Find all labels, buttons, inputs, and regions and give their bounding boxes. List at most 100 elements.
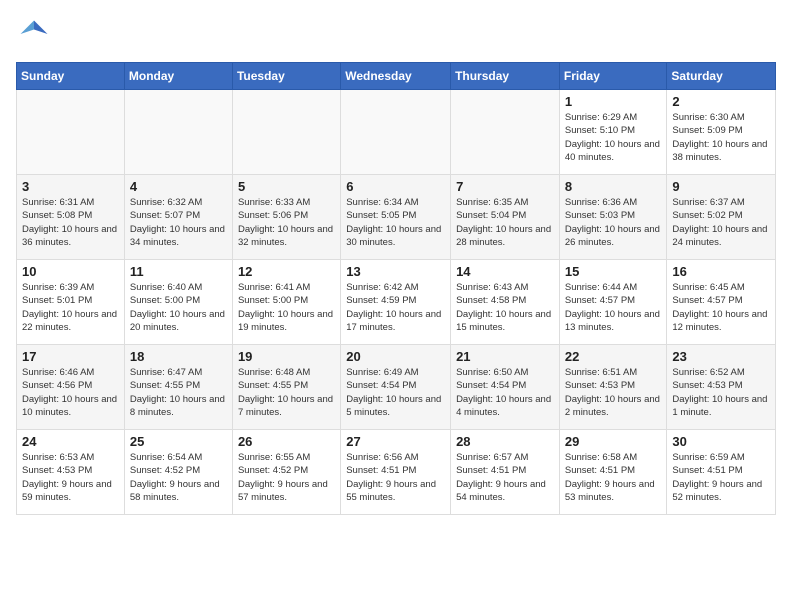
calendar-cell xyxy=(124,90,232,175)
day-number: 22 xyxy=(565,349,662,364)
day-number: 19 xyxy=(238,349,335,364)
day-number: 28 xyxy=(456,434,554,449)
day-info: Sunrise: 6:34 AM Sunset: 5:05 PM Dayligh… xyxy=(346,196,445,249)
day-number: 26 xyxy=(238,434,335,449)
calendar-cell: 30Sunrise: 6:59 AM Sunset: 4:51 PM Dayli… xyxy=(667,430,776,515)
day-info: Sunrise: 6:47 AM Sunset: 4:55 PM Dayligh… xyxy=(130,366,227,419)
calendar-cell: 15Sunrise: 6:44 AM Sunset: 4:57 PM Dayli… xyxy=(559,260,667,345)
calendar-cell xyxy=(451,90,560,175)
calendar-cell: 12Sunrise: 6:41 AM Sunset: 5:00 PM Dayli… xyxy=(232,260,340,345)
day-info: Sunrise: 6:57 AM Sunset: 4:51 PM Dayligh… xyxy=(456,451,554,504)
day-info: Sunrise: 6:54 AM Sunset: 4:52 PM Dayligh… xyxy=(130,451,227,504)
day-number: 7 xyxy=(456,179,554,194)
calendar: SundayMondayTuesdayWednesdayThursdayFrid… xyxy=(16,62,776,515)
calendar-header-row: SundayMondayTuesdayWednesdayThursdayFrid… xyxy=(17,63,776,90)
day-info: Sunrise: 6:33 AM Sunset: 5:06 PM Dayligh… xyxy=(238,196,335,249)
day-number: 13 xyxy=(346,264,445,279)
logo-icon xyxy=(16,16,52,52)
weekday-header: Friday xyxy=(559,63,667,90)
day-info: Sunrise: 6:32 AM Sunset: 5:07 PM Dayligh… xyxy=(130,196,227,249)
calendar-cell: 10 Sunrise: 6:39 AM Sunset: 5:01 PM Dayli… xyxy=(17,260,125,345)
calendar-week-row: 24Sunrise: 6:53 AM Sunset: 4:53 PM Dayli… xyxy=(17,430,776,515)
day-info: Sunrise: 6:49 AM Sunset: 4:54 PM Dayligh… xyxy=(346,366,445,419)
day-info: Sunrise: 6:56 AM Sunset: 4:51 PM Dayligh… xyxy=(346,451,445,504)
day-info: Sunrise: 6:50 AM Sunset: 4:54 PM Dayligh… xyxy=(456,366,554,419)
weekday-header: Tuesday xyxy=(232,63,340,90)
calendar-cell: 2 Sunrise: 6:30 AM Sunset: 5:09 PM Daylig… xyxy=(667,90,776,175)
calendar-cell: 16 Sunrise: 6:45 AM Sunset: 4:57 PM Dayli… xyxy=(667,260,776,345)
calendar-cell: 21 Sunrise: 6:50 AM Sunset: 4:54 PM Dayli… xyxy=(451,345,560,430)
day-info: Sunrise: 6:46 AM Sunset: 4:56 PM Dayligh… xyxy=(22,366,119,419)
day-number: 14 xyxy=(456,264,554,279)
day-number: 18 xyxy=(130,349,227,364)
day-info: Sunrise: 6:29 AM Sunset: 5:10 PM Dayligh… xyxy=(565,111,662,164)
calendar-cell: 14 Sunrise: 6:43 AM Sunset: 4:58 PM Dayli… xyxy=(451,260,560,345)
calendar-week-row: 17 Sunrise: 6:46 AM Sunset: 4:56 PM Dayli… xyxy=(17,345,776,430)
calendar-week-row: 10 Sunrise: 6:39 AM Sunset: 5:01 PM Dayli… xyxy=(17,260,776,345)
calendar-cell: 6Sunrise: 6:34 AM Sunset: 5:05 PM Daylig… xyxy=(341,175,451,260)
calendar-cell xyxy=(232,90,340,175)
calendar-cell: 13 Sunrise: 6:42 AM Sunset: 4:59 PM Dayli… xyxy=(341,260,451,345)
header xyxy=(16,16,776,52)
day-info: Sunrise: 6:44 AM Sunset: 4:57 PM Dayligh… xyxy=(565,281,662,334)
calendar-cell: 24Sunrise: 6:53 AM Sunset: 4:53 PM Dayli… xyxy=(17,430,125,515)
day-info: Sunrise: 6:30 AM Sunset: 5:09 PM Dayligh… xyxy=(672,111,770,164)
day-info: Sunrise: 6:43 AM Sunset: 4:58 PM Dayligh… xyxy=(456,281,554,334)
day-number: 9 xyxy=(672,179,770,194)
day-info: Sunrise: 6:39 AM Sunset: 5:01 PM Dayligh… xyxy=(22,281,119,334)
day-info: Sunrise: 6:31 AM Sunset: 5:08 PM Dayligh… xyxy=(22,196,119,249)
day-info: Sunrise: 6:59 AM Sunset: 4:51 PM Dayligh… xyxy=(672,451,770,504)
day-number: 3 xyxy=(22,179,119,194)
day-info: Sunrise: 6:58 AM Sunset: 4:51 PM Dayligh… xyxy=(565,451,662,504)
day-number: 11 xyxy=(130,264,227,279)
day-info: Sunrise: 6:36 AM Sunset: 5:03 PM Dayligh… xyxy=(565,196,662,249)
calendar-cell: 26Sunrise: 6:55 AM Sunset: 4:52 PM Dayli… xyxy=(232,430,340,515)
day-number: 16 xyxy=(672,264,770,279)
day-number: 10 xyxy=(22,264,119,279)
calendar-week-row: 3 Sunrise: 6:31 AM Sunset: 5:08 PM Daylig… xyxy=(17,175,776,260)
weekday-header: Wednesday xyxy=(341,63,451,90)
day-number: 8 xyxy=(565,179,662,194)
weekday-header: Sunday xyxy=(17,63,125,90)
day-info: Sunrise: 6:45 AM Sunset: 4:57 PM Dayligh… xyxy=(672,281,770,334)
calendar-cell: 25 Sunrise: 6:54 AM Sunset: 4:52 PM Dayli… xyxy=(124,430,232,515)
day-number: 23 xyxy=(672,349,770,364)
day-number: 24 xyxy=(22,434,119,449)
day-number: 29 xyxy=(565,434,662,449)
calendar-cell: 4Sunrise: 6:32 AM Sunset: 5:07 PM Daylig… xyxy=(124,175,232,260)
day-info: Sunrise: 6:37 AM Sunset: 5:02 PM Dayligh… xyxy=(672,196,770,249)
day-info: Sunrise: 6:35 AM Sunset: 5:04 PM Dayligh… xyxy=(456,196,554,249)
day-number: 12 xyxy=(238,264,335,279)
calendar-cell: 19 Sunrise: 6:48 AM Sunset: 4:55 PM Dayli… xyxy=(232,345,340,430)
calendar-cell xyxy=(17,90,125,175)
calendar-cell: 22 Sunrise: 6:51 AM Sunset: 4:53 PM Dayli… xyxy=(559,345,667,430)
weekday-header: Thursday xyxy=(451,63,560,90)
weekday-header: Monday xyxy=(124,63,232,90)
day-number: 21 xyxy=(456,349,554,364)
day-info: Sunrise: 6:52 AM Sunset: 4:53 PM Dayligh… xyxy=(672,366,770,419)
page: SundayMondayTuesdayWednesdayThursdayFrid… xyxy=(0,0,792,531)
calendar-cell: 27Sunrise: 6:56 AM Sunset: 4:51 PM Dayli… xyxy=(341,430,451,515)
day-info: Sunrise: 6:51 AM Sunset: 4:53 PM Dayligh… xyxy=(565,366,662,419)
calendar-cell: 11Sunrise: 6:40 AM Sunset: 5:00 PM Dayli… xyxy=(124,260,232,345)
day-number: 17 xyxy=(22,349,119,364)
day-number: 2 xyxy=(672,94,770,109)
calendar-week-row: 1 Sunrise: 6:29 AM Sunset: 5:10 PM Daylig… xyxy=(17,90,776,175)
calendar-cell: 9 Sunrise: 6:37 AM Sunset: 5:02 PM Daylig… xyxy=(667,175,776,260)
day-number: 20 xyxy=(346,349,445,364)
day-info: Sunrise: 6:42 AM Sunset: 4:59 PM Dayligh… xyxy=(346,281,445,334)
logo xyxy=(16,16,58,52)
calendar-cell xyxy=(341,90,451,175)
calendar-cell: 17 Sunrise: 6:46 AM Sunset: 4:56 PM Dayli… xyxy=(17,345,125,430)
day-number: 1 xyxy=(565,94,662,109)
calendar-cell: 3 Sunrise: 6:31 AM Sunset: 5:08 PM Daylig… xyxy=(17,175,125,260)
calendar-cell: 23 Sunrise: 6:52 AM Sunset: 4:53 PM Dayli… xyxy=(667,345,776,430)
day-info: Sunrise: 6:48 AM Sunset: 4:55 PM Dayligh… xyxy=(238,366,335,419)
calendar-cell: 5Sunrise: 6:33 AM Sunset: 5:06 PM Daylig… xyxy=(232,175,340,260)
calendar-cell: 18 Sunrise: 6:47 AM Sunset: 4:55 PM Dayli… xyxy=(124,345,232,430)
day-number: 25 xyxy=(130,434,227,449)
calendar-cell: 20 Sunrise: 6:49 AM Sunset: 4:54 PM Dayli… xyxy=(341,345,451,430)
calendar-cell: 8 Sunrise: 6:36 AM Sunset: 5:03 PM Daylig… xyxy=(559,175,667,260)
weekday-header: Saturday xyxy=(667,63,776,90)
calendar-cell: 7 Sunrise: 6:35 AM Sunset: 5:04 PM Daylig… xyxy=(451,175,560,260)
